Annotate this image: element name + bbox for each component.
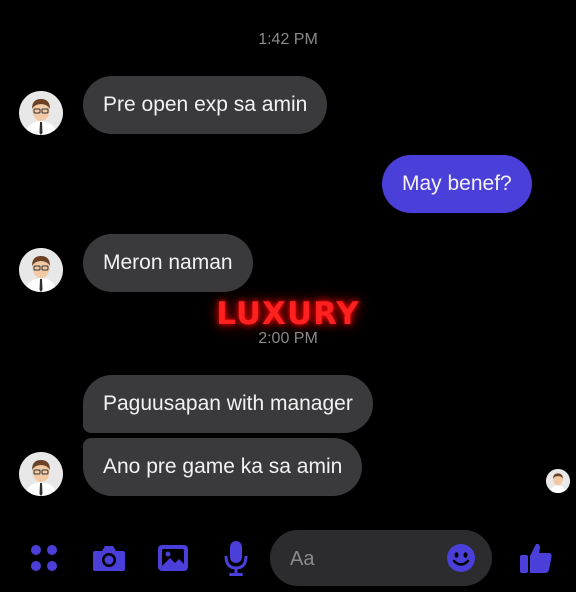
apps-grid-icon[interactable] bbox=[26, 540, 62, 576]
gallery-icon[interactable] bbox=[155, 540, 191, 576]
message-bubble-incoming[interactable]: Meron naman bbox=[83, 234, 253, 292]
message-text: Paguusapan with manager bbox=[103, 392, 353, 415]
message-bubble-incoming[interactable]: Pre open exp sa amin bbox=[83, 76, 328, 134]
message-text: May benef? bbox=[402, 172, 512, 195]
message-bubble-incoming[interactable]: Paguusapan with manager bbox=[83, 375, 373, 433]
message-bubble-outgoing[interactable]: May benef? bbox=[382, 155, 532, 213]
message-text: Ano pre game ka sa amin bbox=[103, 455, 343, 478]
timestamp: 2:00 PM bbox=[258, 330, 318, 347]
timestamp: 1:42 PM bbox=[258, 31, 318, 48]
message-text: Pre open exp sa amin bbox=[103, 93, 308, 116]
message-text: Meron naman bbox=[103, 251, 233, 274]
seen-receipt-avatar bbox=[546, 469, 570, 493]
message-bubble-incoming[interactable]: Ano pre game ka sa amin bbox=[83, 438, 363, 496]
contact-avatar[interactable] bbox=[19, 91, 63, 135]
message-input[interactable] bbox=[288, 530, 452, 588]
contact-avatar[interactable] bbox=[19, 248, 63, 292]
camera-icon[interactable] bbox=[90, 540, 128, 576]
emoji-icon[interactable] bbox=[446, 543, 476, 573]
message-composer[interactable] bbox=[270, 530, 492, 588]
microphone-icon[interactable] bbox=[220, 538, 252, 578]
contact-avatar[interactable] bbox=[19, 452, 63, 496]
thumbs-up-icon[interactable] bbox=[517, 538, 555, 578]
watermark-logo: LUXURY bbox=[216, 296, 360, 332]
